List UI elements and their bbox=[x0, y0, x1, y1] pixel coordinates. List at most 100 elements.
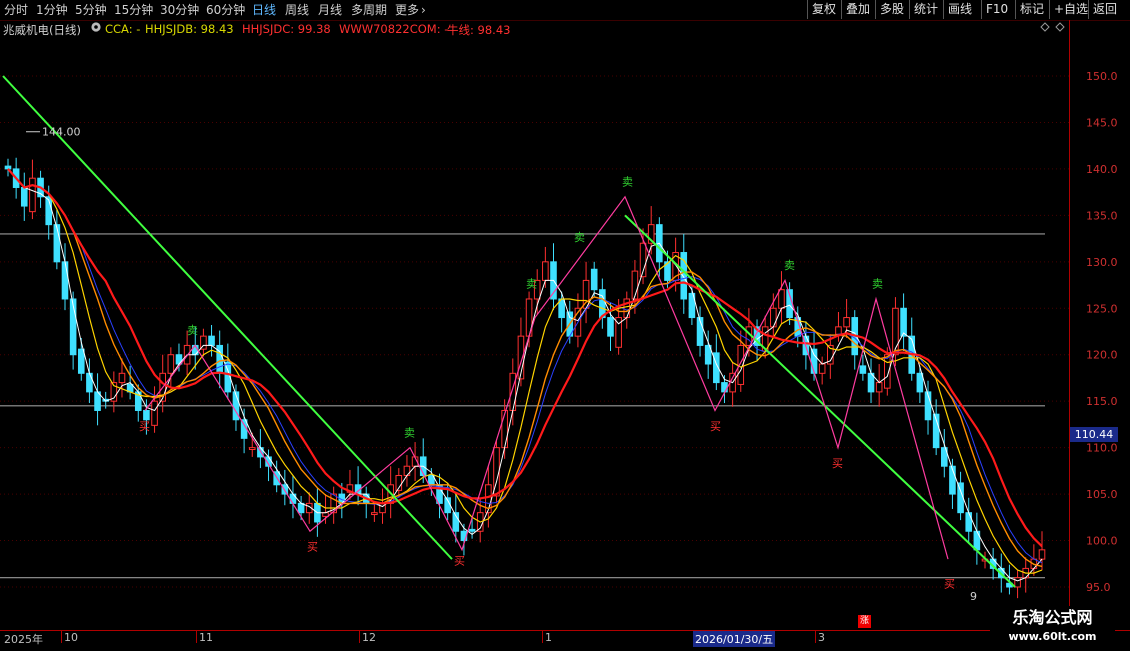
candle-body bbox=[4, 165, 12, 170]
current-date-label: 2026/01/30/五 bbox=[693, 631, 776, 647]
price-tick-label: 140.0 bbox=[1086, 163, 1118, 176]
low-price-label: 9 bbox=[970, 590, 977, 603]
date-label-jan: 1 bbox=[542, 631, 552, 644]
tab-30min[interactable]: 30分钟 bbox=[160, 1, 199, 18]
diamond-icon[interactable] bbox=[1055, 21, 1065, 35]
candle-body bbox=[322, 512, 329, 517]
sell-marker: 卖 bbox=[784, 259, 795, 272]
candle-body bbox=[818, 363, 826, 374]
sell-marker: 卖 bbox=[622, 175, 633, 188]
buy-marker: 买 bbox=[944, 578, 955, 591]
candle-body bbox=[916, 372, 924, 393]
stock-title: 兆威机电(日线) bbox=[3, 23, 81, 37]
candle-body bbox=[509, 372, 517, 411]
candle-body bbox=[843, 317, 850, 328]
gear-icon[interactable] bbox=[90, 21, 102, 36]
date-label-year: 2025年 bbox=[4, 633, 43, 646]
sell-marker: 卖 bbox=[404, 426, 415, 439]
candle-body bbox=[810, 348, 818, 374]
candle-body bbox=[1014, 577, 1021, 588]
candle-body bbox=[175, 354, 183, 365]
price-tick-label: 105.0 bbox=[1086, 488, 1118, 501]
candle-body bbox=[248, 447, 256, 450]
candle-body bbox=[61, 261, 69, 300]
candle-body bbox=[875, 382, 883, 393]
date-label-dec: 12 bbox=[359, 631, 376, 644]
price-tick-label: 145.0 bbox=[1086, 116, 1118, 129]
more-label: 更多 bbox=[395, 3, 420, 17]
indicator-www: WWW70822COM: - bbox=[339, 22, 449, 36]
candle-body bbox=[53, 224, 61, 263]
indicator-bar: 兆威机电(日线) CCA: - HHJSJDB: 98.43 HHJSJDC: … bbox=[0, 20, 1070, 38]
buy-marker: 买 bbox=[139, 420, 150, 433]
price-tick-label: 135.0 bbox=[1086, 209, 1118, 222]
multi-stock-button[interactable]: 多股 bbox=[875, 0, 908, 19]
candle-body bbox=[167, 354, 175, 374]
price-tick-label: 110.0 bbox=[1086, 442, 1118, 455]
f10-button[interactable]: F10 bbox=[981, 0, 1012, 19]
sell-marker: 卖 bbox=[526, 278, 537, 291]
indicator-hhjsjdc: HHJSJDC: 99.38 bbox=[242, 22, 331, 36]
candle-body bbox=[721, 382, 728, 393]
indicator-hhjsjdb: HHJSJDB: 98.43 bbox=[145, 22, 234, 36]
date-label-nov: 11 bbox=[196, 631, 213, 644]
tab-weekly[interactable]: 周线 bbox=[285, 1, 309, 18]
stats-button[interactable]: 统计 bbox=[909, 0, 942, 19]
candle-body bbox=[542, 261, 549, 281]
buy-marker: 买 bbox=[832, 457, 843, 470]
price-axis-labels: 95.0 100.0 105.0 110.0 115.0 120.0 125.0 130.0 1… bbox=[1086, 70, 1118, 594]
candle-body bbox=[770, 307, 777, 328]
candle-body bbox=[468, 528, 476, 532]
candle-body bbox=[29, 177, 36, 213]
candle-body bbox=[590, 268, 598, 291]
price-tick-label: 150.0 bbox=[1086, 70, 1118, 83]
draw-line-button[interactable]: 画线 bbox=[943, 0, 976, 19]
watermark-logo: 乐淘公式网 www.60lt.com bbox=[990, 606, 1115, 650]
candle-body bbox=[297, 502, 305, 514]
candle-body bbox=[143, 409, 150, 421]
diamond-icon[interactable] bbox=[1040, 21, 1050, 35]
price-tick-label: 95.0 bbox=[1086, 581, 1111, 594]
price-tick-label: 100.0 bbox=[1086, 535, 1118, 548]
candle-body bbox=[835, 326, 842, 335]
fuquan-button[interactable]: 复权 bbox=[807, 0, 840, 19]
candle-body bbox=[884, 354, 891, 389]
sell-marker: 卖 bbox=[574, 231, 585, 244]
tab-1min[interactable]: 1分钟 bbox=[36, 1, 68, 18]
buy-marker: 买 bbox=[307, 541, 318, 554]
candle-body bbox=[86, 372, 93, 393]
candle-body bbox=[900, 307, 907, 337]
zigzag-line bbox=[144, 195, 949, 560]
tab-multi-period[interactable]: 多周期 bbox=[351, 1, 387, 18]
watermark-url: www.60lt.com bbox=[1008, 630, 1097, 643]
high-price-label: 144.00 bbox=[42, 126, 81, 139]
tab-5min[interactable]: 5分钟 bbox=[75, 1, 107, 18]
candle-body bbox=[289, 493, 297, 504]
tab-more[interactable]: 更多 › bbox=[395, 1, 426, 18]
tab-timeshare[interactable]: 分时 bbox=[4, 1, 28, 18]
tab-monthly[interactable]: 月线 bbox=[318, 1, 342, 18]
tab-60min[interactable]: 60分钟 bbox=[206, 1, 245, 18]
candle-body bbox=[20, 186, 28, 207]
candlestick-chart[interactable]: 买买买买买买卖卖卖卖卖卖卖144.009 bbox=[0, 38, 1069, 630]
add-watchlist-button[interactable]: +自选 bbox=[1049, 0, 1092, 19]
candle-body bbox=[1038, 549, 1046, 560]
candle-body bbox=[859, 365, 867, 374]
candle-body bbox=[778, 289, 785, 309]
candle-body bbox=[371, 512, 378, 516]
mark-button[interactable]: 标记 bbox=[1015, 0, 1048, 19]
overlay-button[interactable]: 叠加 bbox=[841, 0, 874, 19]
indicator-bull-line: 牛线: 98.43 bbox=[447, 23, 511, 37]
price-tick-label: 125.0 bbox=[1086, 302, 1118, 315]
date-label-mar: 3 bbox=[815, 631, 825, 644]
date-label-oct: 10 bbox=[61, 631, 78, 644]
candle-body bbox=[77, 348, 85, 374]
indicator-cca: CCA: - bbox=[105, 22, 141, 36]
tab-15min[interactable]: 15分钟 bbox=[114, 1, 153, 18]
candle-body bbox=[403, 465, 411, 477]
back-button[interactable]: 返回 bbox=[1088, 0, 1121, 19]
candle-body bbox=[607, 317, 614, 337]
tab-daily[interactable]: 日线 bbox=[252, 1, 276, 18]
price-tick-label: 130.0 bbox=[1086, 256, 1118, 269]
candle-body bbox=[957, 482, 964, 514]
